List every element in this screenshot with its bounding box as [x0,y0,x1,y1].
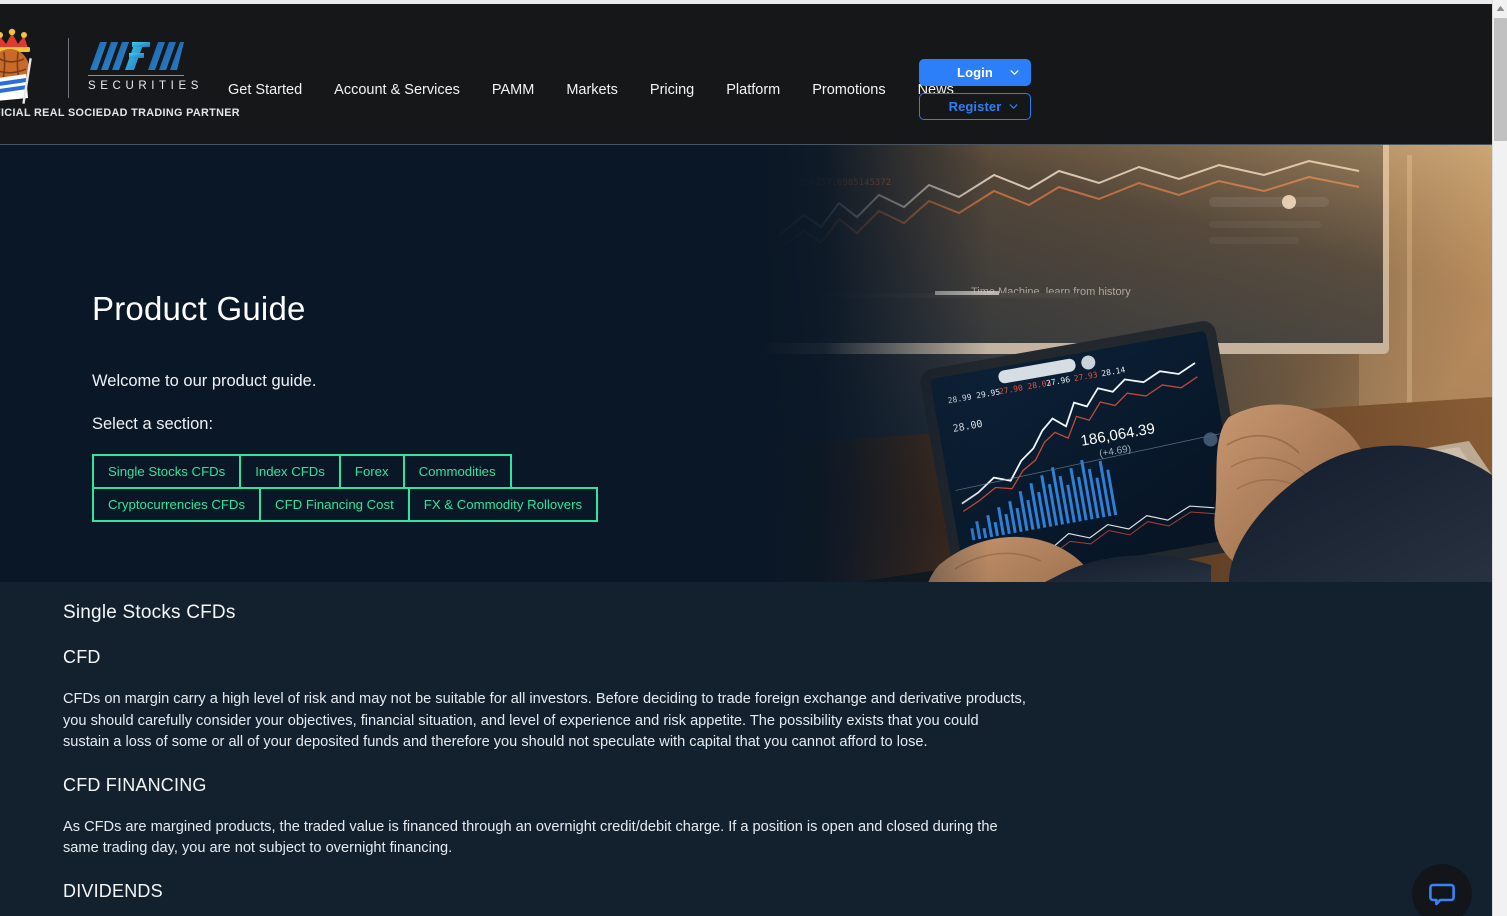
site-header: SECURITIES FICIAL REAL SOCIEDAD TRADING … [0,4,1492,145]
content-heading-cfd: CFD [63,647,101,667]
section-button-index-cfds[interactable]: Index CFDs [239,454,341,489]
nav-item-pamm[interactable]: PAMM [492,81,534,99]
section-selector-buttons: Single Stocks CFDs Index CFDs Forex Comm… [92,454,664,522]
auth-buttons: Login Register [919,59,1031,120]
nav-item-account-services[interactable]: Account & Services [334,81,460,99]
content-paragraph-cfd: CFDs on margin carry a high level of ris… [63,691,1026,751]
content-heading-dividends: DIVIDENDS [63,880,163,901]
hero-welcome-text: Welcome to our product guide. [92,372,317,390]
content-paragraph-cfd-financing: As CFDs are margined products, the trade… [63,818,998,857]
scrollbar-thumb[interactable] [1494,18,1507,141]
login-button-label: Login [957,65,993,80]
scroll-up-arrow-icon[interactable] [1493,0,1507,17]
main-navigation: Get Started Account & Services PAMM Mark… [228,81,954,99]
mfm-monogram-icon [90,42,184,70]
section-button-cfd-financing-cost[interactable]: CFD Financing Cost [259,487,410,522]
register-button[interactable]: Register [919,93,1031,120]
nav-item-get-started[interactable]: Get Started [228,81,302,99]
partner-tagline: FICIAL REAL SOCIEDAD TRADING PARTNER [0,107,240,119]
logo-divider [68,38,69,98]
product-guide-content: Single Stocks CFDs CFD CFDs on margin ca… [0,582,1492,916]
hero-photo-fade [759,145,989,582]
page-title: Product Guide [92,290,306,327]
nav-item-platform[interactable]: Platform [726,81,780,99]
section-button-cryptocurrencies-cfds[interactable]: Cryptocurrencies CFDs [92,487,262,522]
logo-wordmark: SECURITIES [88,80,204,92]
nav-item-markets[interactable]: Markets [566,81,618,99]
nav-item-promotions[interactable]: Promotions [812,81,885,99]
chevron-down-icon [1010,70,1019,75]
brand-logo-group[interactable]: SECURITIES FICIAL REAL SOCIEDAD TRADING … [0,4,240,144]
register-button-label: Register [948,99,1002,114]
chevron-down-icon [1009,104,1018,109]
content-section-title: Single Stocks CFDs [63,602,236,623]
hero-trading-photo: 650757.6985145372 Time Machine, learn fr… [759,145,1492,582]
logo-underline [88,75,184,76]
real-sociedad-crest [0,28,32,104]
page-scrollbar[interactable] [1492,0,1507,916]
chat-bubble-icon [1429,883,1455,906]
section-button-forex[interactable]: Forex [338,454,405,489]
nav-item-pricing[interactable]: Pricing [650,81,694,99]
hero-select-label: Select a section: [92,415,214,433]
mfm-securities-logo: SECURITIES [88,40,204,92]
hero-section: 650757.6985145372 Time Machine, learn fr… [0,145,1492,582]
hero-content: Product Guide Welcome to our product gui… [92,290,692,522]
chat-widget-button[interactable] [1412,864,1472,916]
section-button-commodities[interactable]: Commodities [402,454,512,489]
login-button[interactable]: Login [919,59,1031,86]
section-button-single-stocks-cfds[interactable]: Single Stocks CFDs [92,454,242,489]
section-button-fx-commodity-rollovers[interactable]: FX & Commodity Rollovers [407,487,599,522]
page-root: SECURITIES FICIAL REAL SOCIEDAD TRADING … [0,0,1507,916]
content-heading-cfd-financing: CFD FINANCING [63,774,207,795]
